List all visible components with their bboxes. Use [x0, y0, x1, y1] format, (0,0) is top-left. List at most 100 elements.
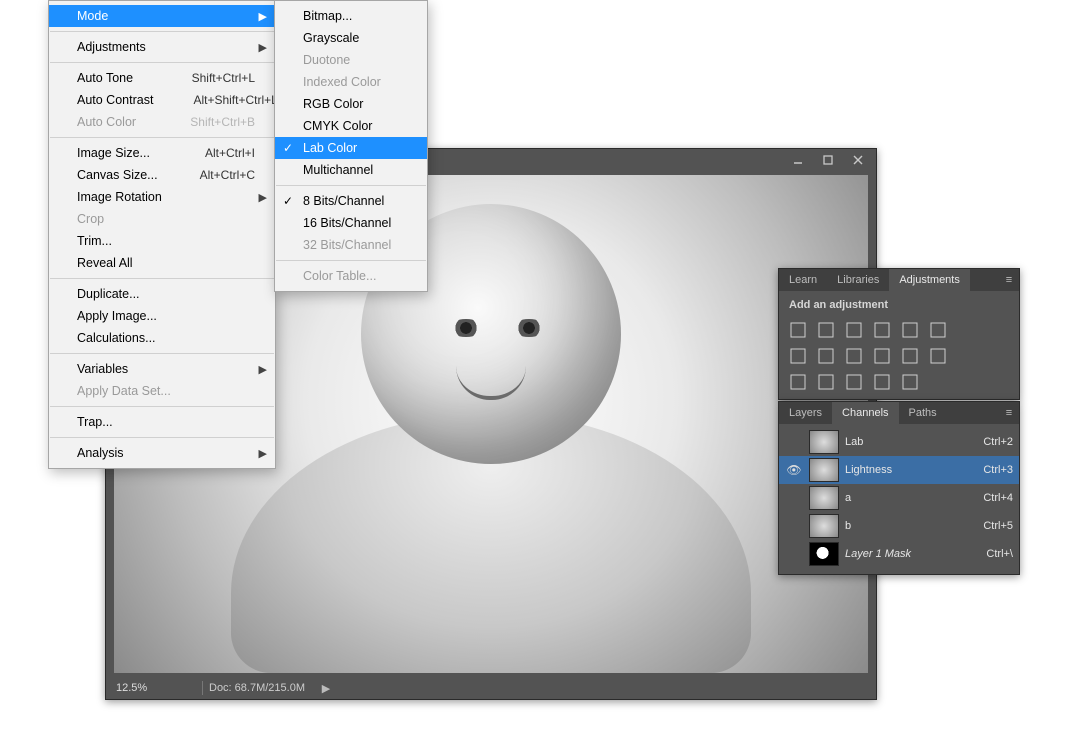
photo-filter-icon[interactable]	[845, 347, 863, 365]
channel-row-layer-1-mask[interactable]: Layer 1 MaskCtrl+\	[779, 540, 1019, 568]
menu-item-reveal-all[interactable]: Reveal All	[49, 252, 275, 274]
zoom-level[interactable]: 12.5%	[106, 682, 196, 694]
menu-item-mode[interactable]: Mode ▶	[49, 5, 275, 27]
menu-item-label: Adjustments	[77, 40, 146, 54]
status-bar: 12.5% Doc: 68.7M/215.0M ▶	[106, 677, 876, 699]
menu-item-auto-contrast[interactable]: Auto ContrastAlt+Shift+Ctrl+L	[49, 89, 275, 111]
channel-name: b	[845, 520, 957, 532]
menu-item-variables[interactable]: Variables▶	[49, 358, 275, 380]
menu-item-bitmap[interactable]: Bitmap...	[275, 5, 427, 27]
solid-fill-icon[interactable]	[901, 373, 919, 391]
menu-item-analysis[interactable]: Analysis▶	[49, 442, 275, 464]
panel-menu-button[interactable]: ≡	[999, 402, 1019, 424]
exposure-icon[interactable]	[873, 321, 891, 339]
visibility-toggle[interactable]: 👁	[785, 463, 803, 477]
close-button[interactable]	[844, 151, 872, 169]
menu-item-label: Apply Image...	[77, 309, 157, 323]
channel-row-a[interactable]: aCtrl+4	[779, 484, 1019, 512]
black-white-icon[interactable]	[929, 321, 947, 339]
menu-item-label: Crop	[77, 212, 104, 226]
menu-item-label: Auto Tone	[77, 71, 133, 85]
hue-sat-icon[interactable]	[789, 347, 807, 365]
check-icon: ✓	[283, 194, 293, 208]
menu-item-label: Duplicate...	[77, 287, 140, 301]
levels-icon[interactable]	[817, 321, 835, 339]
brightness-contrast-icon[interactable]	[789, 321, 807, 339]
channel-row-lightness[interactable]: 👁 Lightness Ctrl+3	[779, 456, 1019, 484]
menu-item-auto-color: Auto ColorShift+Ctrl+B	[49, 111, 275, 133]
menu-item-label: Image Size...	[77, 146, 150, 160]
color-lookup-icon[interactable]	[901, 347, 919, 365]
channel-mixer-icon[interactable]	[873, 347, 891, 365]
menu-item-shortcut: Shift+Ctrl+B	[150, 115, 255, 129]
adjustments-tabs: Learn Libraries Adjustments ≡	[779, 269, 1019, 291]
menu-item-label: Duotone	[303, 53, 350, 67]
tab-libraries[interactable]: Libraries	[827, 269, 889, 291]
submenu-arrow-icon: ▶	[259, 41, 267, 54]
minimize-button[interactable]	[784, 151, 812, 169]
color-balance-icon[interactable]	[817, 347, 835, 365]
menu-item-grayscale[interactable]: Grayscale	[275, 27, 427, 49]
menu-item-shortcut: Shift+Ctrl+L	[152, 71, 255, 85]
check-icon: ✓	[283, 141, 293, 155]
menu-item-8-bits-channel[interactable]: ✓8 Bits/Channel	[275, 190, 427, 212]
menu-item-shortcut: Alt+Ctrl+I	[165, 146, 255, 160]
menu-item-label: Apply Data Set...	[77, 384, 171, 398]
menu-item-duplicate[interactable]: Duplicate...	[49, 283, 275, 305]
menu-item-adjustments[interactable]: Adjustments ▶	[49, 36, 275, 58]
menu-item-multichannel[interactable]: Multichannel	[275, 159, 427, 181]
menu-item-image-size[interactable]: Image Size... Alt+Ctrl+I	[49, 142, 275, 164]
channels-list: LabCtrl+2 👁 Lightness Ctrl+3 aCtrl+4 b Ctrl+5 L…	[779, 424, 1019, 572]
menu-item-label: Mode	[77, 9, 108, 23]
tab-paths[interactable]: Paths	[899, 402, 947, 424]
menu-item-label: Color Table...	[303, 269, 376, 283]
channel-row-b[interactable]: b Ctrl+5	[779, 512, 1019, 540]
menu-item-canvas-size[interactable]: Canvas Size...Alt+Ctrl+C	[49, 164, 275, 186]
channel-row-lab[interactable]: LabCtrl+2	[779, 428, 1019, 456]
posterize-icon[interactable]	[929, 347, 947, 365]
menu-item-image-rotation[interactable]: Image Rotation▶	[49, 186, 275, 208]
menu-item-cmyk-color[interactable]: CMYK Color	[275, 115, 427, 137]
menu-item-rgb-color[interactable]: RGB Color	[275, 93, 427, 115]
menu-item-32-bits-channel: 32 Bits/Channel	[275, 234, 427, 256]
menu-item-calculations[interactable]: Calculations...	[49, 327, 275, 349]
channel-shortcut: Ctrl+3	[963, 464, 1013, 476]
menu-item-label: Auto Contrast	[77, 93, 153, 107]
panel-menu-button[interactable]: ≡	[999, 269, 1019, 291]
menu-item-auto-tone[interactable]: Auto Tone Shift+Ctrl+L	[49, 67, 275, 89]
tab-adjustments[interactable]: Adjustments	[889, 269, 970, 291]
adjustments-panel: Learn Libraries Adjustments ≡ Add an adj…	[778, 268, 1020, 400]
menu-item-label: Trim...	[77, 234, 112, 248]
channel-name: Lightness	[845, 464, 957, 476]
menu-item-trap[interactable]: Trap...	[49, 411, 275, 433]
menu-item-label: Image Rotation	[77, 190, 162, 204]
menu-item-label: Grayscale	[303, 31, 359, 45]
channel-name: a	[845, 492, 957, 504]
curves-icon[interactable]	[845, 321, 863, 339]
channel-thumbnail	[809, 486, 839, 510]
menu-item-lab-color[interactable]: ✓Lab Color	[275, 137, 427, 159]
status-menu-arrow[interactable]: ▶	[319, 682, 333, 695]
menu-item-apply-image[interactable]: Apply Image...	[49, 305, 275, 327]
submenu-arrow-icon: ▶	[259, 10, 267, 23]
menu-item-16-bits-channel[interactable]: 16 Bits/Channel	[275, 212, 427, 234]
menu-item-label: Multichannel	[303, 163, 373, 177]
threshold-icon[interactable]	[817, 373, 835, 391]
channel-name: Lab	[845, 436, 957, 448]
tab-layers[interactable]: Layers	[779, 402, 832, 424]
selective-color-icon[interactable]	[873, 373, 891, 391]
invert-icon[interactable]	[789, 373, 807, 391]
maximize-button[interactable]	[814, 151, 842, 169]
vibrance-icon[interactable]	[901, 321, 919, 339]
menu-item-label: Indexed Color	[303, 75, 381, 89]
tab-learn[interactable]: Learn	[779, 269, 827, 291]
menu-item-label: 32 Bits/Channel	[303, 238, 391, 252]
menu-item-indexed-color: Indexed Color	[275, 71, 427, 93]
menu-item-apply-data-set: Apply Data Set...	[49, 380, 275, 402]
image-menu: Mode▶Adjustments▶Auto ToneShift+Ctrl+LAu…	[48, 0, 276, 469]
menu-item-trim[interactable]: Trim...	[49, 230, 275, 252]
gradient-map-icon[interactable]	[845, 373, 863, 391]
tab-channels[interactable]: Channels	[832, 402, 898, 424]
channel-shortcut: Ctrl+5	[963, 520, 1013, 532]
channel-thumbnail	[809, 430, 839, 454]
